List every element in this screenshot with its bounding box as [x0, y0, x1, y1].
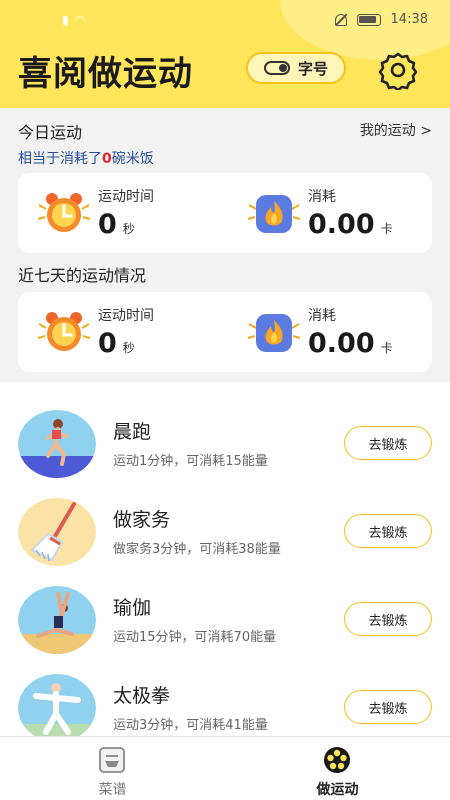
status-bar: ▮ ◠ 14:38: [0, 0, 450, 40]
font-size-button[interactable]: 字号: [246, 52, 346, 84]
exercise-name: 做家务: [113, 509, 171, 531]
exercise-desc: 运动1分钟，可消耗15能量: [113, 454, 268, 469]
font-size-label: 字号: [297, 59, 328, 78]
time-unit: 秒: [122, 341, 135, 355]
taichi-thumbnail: [18, 674, 96, 736]
tab-label: 做运动: [316, 782, 359, 798]
burn-number: 0.00: [308, 328, 375, 359]
rice-prefix: 相当于消耗了: [18, 151, 102, 167]
go-exercise-button[interactable]: 去锻炼: [344, 426, 432, 460]
week-burn-stat: 消耗 0.00 卡: [246, 292, 426, 372]
exercise-name: 太极拳: [113, 685, 171, 707]
burn-number: 0.00: [308, 209, 375, 240]
tab-exercise[interactable]: 做运动: [225, 737, 450, 800]
status-time: 14:38: [390, 12, 428, 27]
exercise-desc: 运动15分钟，可消耗70能量: [113, 630, 277, 645]
list-item: 晨跑 运动1分钟，可消耗15能量 去锻炼: [0, 400, 450, 488]
time-value: 0秒: [98, 209, 135, 240]
page-title: 喜阅做运动: [18, 54, 193, 94]
list-item: 太极拳 运动3分钟，可消耗41能量 去锻炼: [0, 664, 450, 736]
time-number: 0: [98, 328, 117, 359]
burn-label: 消耗: [308, 189, 336, 205]
yoga-thumbnail: [18, 586, 96, 654]
alarm-clock-icon: [37, 312, 91, 351]
time-label: 运动时间: [98, 189, 154, 205]
flame-icon: [247, 314, 301, 352]
list-item: 瑜伽 运动15分钟，可消耗70能量 去锻炼: [0, 576, 450, 664]
rice-count: 0: [102, 151, 112, 167]
toggle-icon: [263, 61, 290, 75]
alarm-clock-icon: [37, 193, 91, 232]
exercise-icon: [324, 747, 350, 773]
exercise-desc: 运动3分钟，可消耗41能量: [113, 718, 268, 733]
exercise-name: 瑜伽: [113, 597, 152, 619]
today-time-stat: 运动时间 0秒: [36, 173, 226, 253]
rice-equivalent: 相当于消耗了0碗米饭: [18, 148, 154, 168]
status-left-icons: ▮ ◠: [62, 13, 85, 27]
gear-icon[interactable]: [378, 50, 418, 90]
exercise-desc: 做家务3分钟，可消耗38能量: [113, 542, 281, 557]
list-item: 做家务 做家务3分钟，可消耗38能量 去锻炼: [0, 488, 450, 576]
bottom-tab-bar: 菜谱 做运动: [0, 736, 450, 800]
exercise-name: 晨跑: [113, 421, 152, 443]
go-exercise-button[interactable]: 去锻炼: [344, 690, 432, 724]
battery-icon: [356, 13, 381, 26]
running-thumbnail: [18, 410, 96, 478]
week-title: 近七天的运动情况: [18, 266, 147, 285]
housework-thumbnail: [18, 498, 96, 566]
burn-value: 0.00 卡: [308, 209, 393, 240]
today-title: 今日运动: [18, 123, 83, 142]
burn-value: 0.00 卡: [308, 328, 393, 359]
wifi-icon: ◠: [74, 13, 86, 27]
burn-label: 消耗: [308, 308, 336, 324]
time-unit: 秒: [122, 222, 135, 236]
sim-icon: ▮: [62, 13, 69, 27]
recipe-icon: [99, 747, 125, 773]
burn-unit: 卡: [380, 222, 393, 236]
week-stats-card: 运动时间 0秒 消耗 0.00 卡: [18, 292, 432, 372]
my-exercise-link[interactable]: 我的运动 >: [360, 120, 432, 140]
today-stats-card: 运动时间 0秒 消耗 0.00 卡: [18, 173, 432, 253]
mute-icon: [333, 13, 347, 27]
time-label: 运动时间: [98, 308, 154, 324]
time-value: 0秒: [98, 328, 135, 359]
tab-recipes[interactable]: 菜谱: [0, 737, 225, 800]
burn-unit: 卡: [380, 341, 393, 355]
exercise-list: 晨跑 运动1分钟，可消耗15能量 去锻炼 做家务 做家务3分钟，可消耗38能量 …: [0, 382, 450, 736]
go-exercise-button[interactable]: 去锻炼: [344, 602, 432, 636]
rice-suffix: 碗米饭: [111, 151, 154, 167]
today-burn-stat: 消耗 0.00 卡: [246, 173, 426, 253]
flame-icon: [247, 195, 301, 233]
week-time-stat: 运动时间 0秒: [36, 292, 226, 372]
time-number: 0: [98, 209, 117, 240]
tab-label: 菜谱: [98, 782, 127, 798]
go-exercise-button[interactable]: 去锻炼: [344, 514, 432, 548]
